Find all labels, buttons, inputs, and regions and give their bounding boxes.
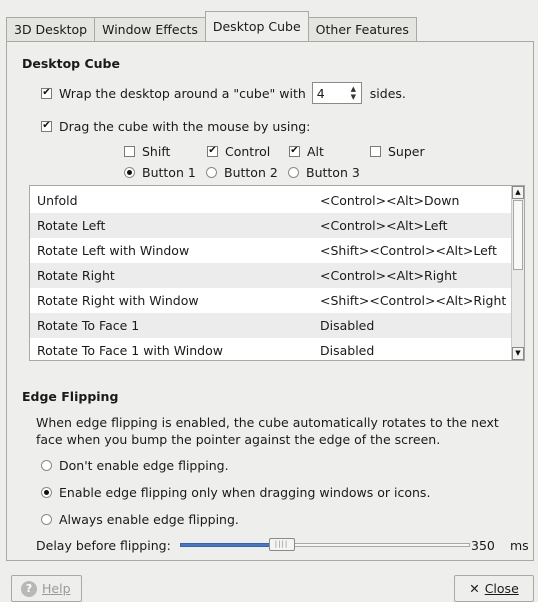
button-3-radio[interactable] <box>288 166 299 178</box>
shortcut-cell: <Shift><Control><Alt>Right <box>320 293 507 308</box>
help-button[interactable]: ? Help <box>11 575 82 602</box>
shortcut-cell: <Control><Alt>Left <box>320 218 448 233</box>
action-cell: Unfold <box>37 193 78 208</box>
delay-label: Delay before flipping: <box>36 537 171 553</box>
edge-option-none[interactable]: Don't enable edge flipping. <box>41 457 229 473</box>
alt-label: Alt <box>307 143 324 159</box>
table-row[interactable]: Rotate Right <Control><Alt>Right <box>30 263 512 288</box>
action-cell: Rotate Right <box>37 268 115 283</box>
shift-label: Shift <box>142 143 171 159</box>
drag-row: ✔ Drag the cube with the mouse by using: <box>41 117 310 135</box>
shortcut-cell: <Control><Alt>Right <box>320 268 457 283</box>
button-2-label: Button 2 <box>224 164 278 180</box>
tab-3d-desktop[interactable]: 3D Desktop <box>6 17 96 41</box>
table-row[interactable]: Rotate To Face 1 Disabled <box>30 313 512 338</box>
table-row[interactable]: Rotate Right with Window <Shift><Control… <box>30 288 512 313</box>
edge-flipping-heading: Edge Flipping <box>22 389 119 404</box>
delay-slider-fill <box>180 543 282 547</box>
wrap-checkbox[interactable]: ✔ <box>41 87 52 99</box>
desktop-cube-heading: Desktop Cube <box>22 56 120 71</box>
control-checkbox[interactable]: ✔ <box>207 145 218 157</box>
button-3-label: Button 3 <box>306 164 360 180</box>
action-cell: Rotate Left <box>37 218 106 233</box>
spin-down-icon[interactable]: ▼ <box>351 93 356 101</box>
modifier-alt[interactable]: ✔ Alt <box>289 143 324 159</box>
close-label: Close <box>484 581 519 596</box>
control-label: Control <box>225 143 271 159</box>
table-row[interactable]: Rotate To Face 1 with Window Disabled <box>30 338 512 360</box>
sides-spinbutton[interactable]: 4 ▲ ▼ <box>311 82 362 104</box>
button-1-label: Button 1 <box>142 164 196 180</box>
spin-arrows[interactable]: ▲ ▼ <box>348 85 359 101</box>
drag-checkbox[interactable]: ✔ <box>41 120 52 132</box>
edge-none-label: Don't enable edge flipping. <box>59 457 229 473</box>
delay-value: 350 <box>471 537 495 553</box>
super-label: Super <box>388 143 425 159</box>
tab-bar: 3D Desktop Window Effects Desktop Cube O… <box>6 11 417 41</box>
action-cell: Rotate To Face 1 <box>37 318 140 333</box>
shift-checkbox[interactable] <box>124 145 135 157</box>
edge-always-label: Always enable edge flipping. <box>59 511 239 527</box>
close-icon: ✕ <box>469 581 480 596</box>
sides-value: 4 <box>316 85 325 101</box>
shortcut-cell: <Control><Alt>Down <box>320 193 460 208</box>
table-row[interactable]: Rotate Left with Window <Shift><Control>… <box>30 238 512 263</box>
button-1-option[interactable]: Button 1 <box>124 164 196 180</box>
delay-unit: ms <box>510 537 529 553</box>
scroll-up-icon[interactable]: ▲ <box>512 186 524 199</box>
wrap-label: Wrap the desktop around a "cube" with <box>59 85 306 101</box>
wrap-row: ✔ Wrap the desktop around a "cube" with … <box>41 82 406 104</box>
button-3-option[interactable]: Button 3 <box>288 164 360 180</box>
button-2-option[interactable]: Button 2 <box>206 164 278 180</box>
tab-window-effects[interactable]: Window Effects <box>94 17 206 41</box>
close-button[interactable]: ✕ Close <box>454 575 534 602</box>
edge-flipping-description: When edge flipping is enabled, the cube … <box>36 415 499 447</box>
table-row[interactable]: Unfold <Control><Alt>Down <box>30 188 512 213</box>
delay-slider-handle[interactable]: |||| <box>268 538 295 551</box>
button-1-radio[interactable] <box>124 166 135 178</box>
edge-dragging-label: Enable edge flipping only when dragging … <box>59 484 431 500</box>
modifier-control[interactable]: ✔ Control <box>207 143 270 159</box>
keybinding-table[interactable]: Unfold <Control><Alt>Down Rotate Left <C… <box>29 185 525 361</box>
modifier-shift[interactable]: Shift <box>124 143 170 159</box>
edge-option-dragging[interactable]: Enable edge flipping only when dragging … <box>41 484 430 500</box>
table-row[interactable]: Rotate Left <Control><Alt>Left <box>30 213 512 238</box>
edge-option-always[interactable]: Always enable edge flipping. <box>41 511 239 527</box>
alt-checkbox[interactable]: ✔ <box>289 145 300 157</box>
scroll-thumb[interactable] <box>513 200 523 270</box>
action-cell: Rotate Left with Window <box>37 243 190 258</box>
shortcut-cell: Disabled <box>320 318 375 333</box>
tab-other-features[interactable]: Other Features <box>307 17 417 41</box>
modifier-super[interactable]: Super <box>370 143 425 159</box>
button-2-radio[interactable] <box>206 166 217 178</box>
tab-desktop-cube[interactable]: Desktop Cube <box>204 11 309 41</box>
edge-none-radio[interactable] <box>41 459 52 471</box>
shortcut-cell: Disabled <box>320 343 375 358</box>
drag-label: Drag the cube with the mouse by using: <box>59 118 311 134</box>
shortcut-cell: <Shift><Control><Alt>Left <box>320 243 497 258</box>
edge-dragging-radio[interactable] <box>41 486 52 498</box>
super-checkbox[interactable] <box>370 145 381 157</box>
spin-up-icon[interactable]: ▲ <box>351 85 356 93</box>
edge-always-radio[interactable] <box>41 513 52 525</box>
action-cell: Rotate Right with Window <box>37 293 199 308</box>
scroll-down-icon[interactable]: ▼ <box>512 347 524 360</box>
help-icon: ? <box>21 580 37 597</box>
help-label: Help <box>42 581 71 596</box>
table-scrollbar[interactable]: ▲ ▼ <box>511 186 524 360</box>
sides-suffix: sides. <box>369 85 406 101</box>
action-cell: Rotate To Face 1 with Window <box>37 343 223 358</box>
